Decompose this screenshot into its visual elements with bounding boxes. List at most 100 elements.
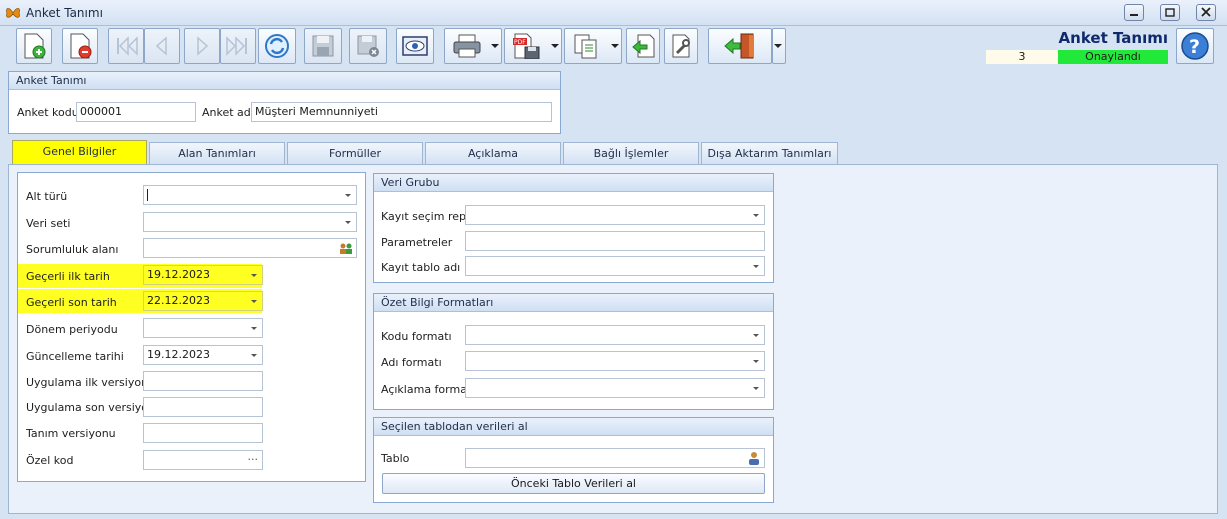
anket-group: Anket Tanımı Anket kodu 000001 Anket adı…: [8, 71, 561, 134]
printer-icon: [453, 34, 481, 58]
wrench-icon: [672, 34, 690, 58]
previous-icon: [155, 36, 167, 56]
svg-text:PDF: PDF: [514, 39, 526, 46]
skip-first-icon: [117, 36, 138, 56]
anket-group-title: Anket Tanımı: [9, 72, 560, 90]
veri-grubu-title: Veri Grubu: [374, 174, 773, 192]
kodu-formati-select[interactable]: [465, 325, 765, 345]
aciklama-formati-select[interactable]: [465, 378, 765, 398]
uygulama-son-versiyon-input[interactable]: [143, 397, 263, 417]
gecerli-ilk-tarih-label: Geçerli ilk tarih: [26, 270, 110, 283]
tab-genel-bilgiler[interactable]: Genel Bilgiler: [12, 140, 147, 165]
gecerli-son-tarih-input[interactable]: 22.12.2023: [143, 291, 263, 311]
guncelleme-tarihi-input[interactable]: 19.12.2023: [143, 345, 263, 365]
parametreler-label: Parametreler: [381, 236, 453, 249]
tanim-versiyonu-label: Tanım versiyonu: [26, 427, 116, 440]
maximize-button[interactable]: [1160, 4, 1180, 21]
settings-button[interactable]: [664, 28, 698, 64]
sorumluluk-alani-label: Sorumluluk alanı: [26, 243, 119, 256]
veri-seti-select[interactable]: [143, 212, 357, 232]
gecerli-son-tarih-label: Geçerli son tarih: [26, 296, 117, 309]
adi-formati-label: Adı formatı: [381, 356, 442, 369]
tab-aciklama[interactable]: Açıklama: [425, 142, 561, 164]
ozel-kod-input[interactable]: ···: [143, 450, 263, 470]
status-badge: Onaylandı: [1058, 50, 1168, 64]
gecerli-ilk-tarih-input[interactable]: 19.12.2023: [143, 265, 263, 285]
user-search-icon[interactable]: [747, 451, 761, 465]
delete-document-button[interactable]: [62, 28, 98, 64]
guncelleme-tarihi-value: 19.12.2023: [147, 348, 210, 361]
uygulama-ilk-versiyon-label: Uygulama ilk versiyon: [26, 376, 149, 389]
exit-button[interactable]: [708, 28, 772, 64]
guncelleme-tarihi-label: Güncelleme tarihi: [26, 350, 124, 363]
next-record-button[interactable]: [184, 28, 220, 64]
next-icon: [197, 36, 209, 56]
export-pdf-button[interactable]: PDF: [504, 28, 562, 64]
tablo-input[interactable]: [465, 448, 765, 468]
kayit-secim-repo-select[interactable]: [465, 205, 765, 225]
print-button[interactable]: [444, 28, 502, 64]
save-close-button[interactable]: [349, 28, 387, 64]
anket-code-label: Anket kodu: [17, 106, 79, 119]
record-count: 3: [986, 50, 1058, 64]
refresh-icon: [265, 34, 289, 58]
eye-icon: [402, 36, 428, 56]
refresh-button[interactable]: [258, 28, 296, 64]
skip-last-icon: [226, 36, 247, 56]
first-record-button[interactable]: [108, 28, 144, 64]
preview-button[interactable]: [396, 28, 434, 64]
document-add-icon: [24, 33, 46, 59]
alt-turu-select[interactable]: [143, 185, 357, 205]
veri-seti-label: Veri seti: [26, 217, 71, 230]
save-button[interactable]: [304, 28, 342, 64]
close-icon: [1201, 7, 1211, 17]
minimize-button[interactable]: [1124, 4, 1144, 21]
anket-name-input[interactable]: Müşteri Memnunniyeti: [251, 102, 552, 122]
save-close-icon: [357, 35, 379, 57]
kayit-tablo-adi-select[interactable]: [465, 256, 765, 276]
onceki-tablo-verileri-button[interactable]: Önceki Tablo Verileri al: [382, 473, 765, 494]
copy-button[interactable]: [564, 28, 622, 64]
close-button[interactable]: [1196, 4, 1216, 21]
gecerli-son-tarih-value: 22.12.2023: [147, 294, 210, 307]
new-document-button[interactable]: [16, 28, 52, 64]
general-info-panel: Alt türü Veri seti Sorumluluk alanı Geçe…: [17, 172, 366, 482]
ozet-bilgi-title: Özet Bilgi Formatları: [374, 294, 773, 312]
exit-options-dropdown[interactable]: [772, 28, 786, 64]
ozet-bilgi-group: Özet Bilgi Formatları Kodu formatı Adı f…: [373, 293, 774, 410]
ellipsis-button[interactable]: ···: [248, 451, 259, 469]
previous-record-button[interactable]: [144, 28, 180, 64]
donem-periyodu-label: Dönem periyodu: [26, 323, 118, 336]
document-remove-icon: [70, 33, 92, 59]
back-button[interactable]: [626, 28, 660, 64]
anket-code-input[interactable]: 000001: [76, 102, 196, 122]
adi-formati-select[interactable]: [465, 351, 765, 371]
kodu-formati-label: Kodu formatı: [381, 330, 452, 343]
save-icon: [312, 35, 334, 57]
title-bar: Anket Tanımı: [0, 0, 1227, 26]
veri-grubu-group: Veri Grubu Kayıt seçim repo Parametreler…: [373, 173, 774, 283]
sorumluluk-alani-input[interactable]: [143, 238, 357, 258]
tab-alan-tanimlari[interactable]: Alan Tanımları: [149, 142, 285, 164]
maximize-icon: [1165, 8, 1175, 17]
parametreler-input[interactable]: [465, 231, 765, 251]
minimize-icon: [1130, 14, 1138, 16]
users-icon[interactable]: [339, 242, 353, 254]
secilen-tablo-group: Seçilen tablodan verileri al Tablo Öncek…: [373, 417, 774, 503]
anket-name-label: Anket adı: [202, 106, 254, 119]
alt-turu-label: Alt türü: [26, 190, 68, 203]
tab-formuller[interactable]: Formüller: [287, 142, 423, 164]
ozel-kod-label: Özel kod: [26, 454, 74, 467]
uygulama-ilk-versiyon-input[interactable]: [143, 371, 263, 391]
tab-disa-aktarim[interactable]: Dışa Aktarım Tanımları: [701, 142, 838, 164]
secilen-tablo-title: Seçilen tablodan verileri al: [374, 418, 773, 436]
tablo-label: Tablo: [381, 452, 410, 465]
donem-periyodu-select[interactable]: [143, 318, 263, 338]
kayit-secim-repo-label: Kayıt seçim repo: [381, 210, 473, 223]
window-title: Anket Tanımı: [26, 6, 103, 20]
last-record-button[interactable]: [220, 28, 256, 64]
tanim-versiyonu-input[interactable]: [143, 423, 263, 443]
help-button[interactable]: ?: [1176, 28, 1214, 64]
tab-bagli-islemler[interactable]: Bağlı İşlemler: [563, 142, 699, 164]
aciklama-formati-label: Açıklama formatı: [381, 383, 475, 396]
